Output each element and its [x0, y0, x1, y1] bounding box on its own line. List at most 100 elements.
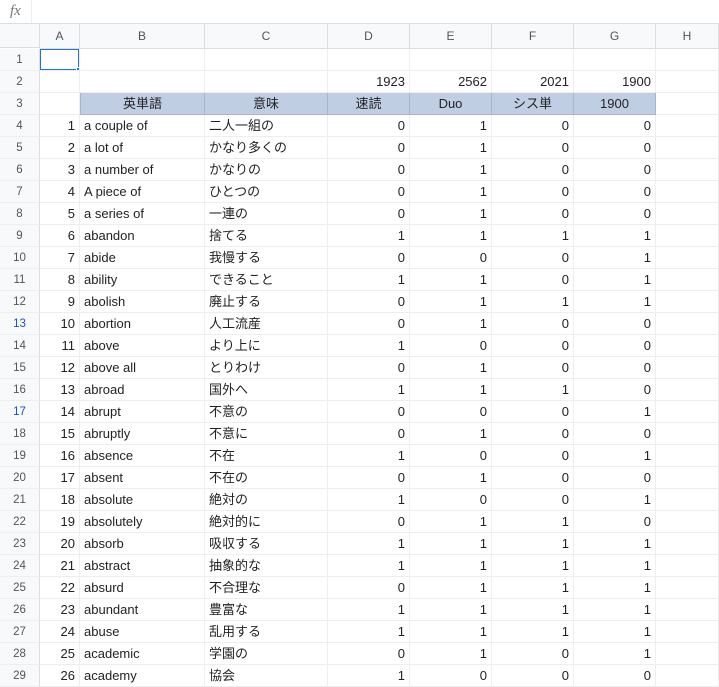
row-index[interactable]: 7 [40, 247, 80, 269]
val-sokudoku[interactable]: 0 [328, 357, 410, 379]
val-1900[interactable]: 0 [574, 511, 656, 533]
meaning-cell[interactable]: 吸収する [205, 533, 328, 555]
val-duo[interactable]: 1 [410, 181, 492, 203]
cell-H[interactable] [656, 555, 719, 577]
meaning-cell[interactable]: 人工流産 [205, 313, 328, 335]
val-sysutan[interactable]: 1 [492, 577, 574, 599]
row-header-27[interactable]: 27 [0, 621, 40, 643]
word-cell[interactable]: a lot of [80, 137, 205, 159]
row-index[interactable]: 9 [40, 291, 80, 313]
row-header-19[interactable]: 19 [0, 445, 40, 467]
cell-H[interactable] [656, 379, 719, 401]
row-header-25[interactable]: 25 [0, 577, 40, 599]
row-header-9[interactable]: 9 [0, 225, 40, 247]
val-sysutan[interactable]: 1 [492, 291, 574, 313]
val-1900[interactable]: 0 [574, 115, 656, 137]
val-duo[interactable]: 1 [410, 599, 492, 621]
val-1900[interactable]: 0 [574, 467, 656, 489]
val-duo[interactable]: 1 [410, 643, 492, 665]
header-word[interactable]: 英単語 [80, 93, 205, 115]
val-sysutan[interactable]: 1 [492, 599, 574, 621]
row-index[interactable]: 22 [40, 577, 80, 599]
cell-H1[interactable] [656, 49, 719, 71]
val-1900[interactable]: 0 [574, 335, 656, 357]
word-cell[interactable]: absolute [80, 489, 205, 511]
val-sysutan[interactable]: 0 [492, 665, 574, 687]
cell-H[interactable] [656, 225, 719, 247]
val-sysutan[interactable]: 0 [492, 269, 574, 291]
meaning-cell[interactable]: とりわけ [205, 357, 328, 379]
val-1900[interactable]: 1 [574, 489, 656, 511]
row-header-18[interactable]: 18 [0, 423, 40, 445]
val-sokudoku[interactable]: 1 [328, 445, 410, 467]
total-sysutan[interactable]: 2021 [492, 71, 574, 93]
cell-H[interactable] [656, 445, 719, 467]
val-sokudoku[interactable]: 1 [328, 225, 410, 247]
val-sokudoku[interactable]: 1 [328, 665, 410, 687]
val-duo[interactable]: 1 [410, 577, 492, 599]
word-cell[interactable]: absence [80, 445, 205, 467]
header-sokudoku[interactable]: 速読 [328, 93, 410, 115]
val-sysutan[interactable]: 0 [492, 401, 574, 423]
val-1900[interactable]: 0 [574, 423, 656, 445]
word-cell[interactable]: abruptly [80, 423, 205, 445]
column-header-D[interactable]: D [328, 24, 410, 49]
cell-H[interactable] [656, 401, 719, 423]
val-sysutan[interactable]: 0 [492, 247, 574, 269]
val-1900[interactable]: 1 [574, 247, 656, 269]
row-index[interactable]: 5 [40, 203, 80, 225]
val-duo[interactable]: 1 [410, 115, 492, 137]
meaning-cell[interactable]: 絶対的に [205, 511, 328, 533]
word-cell[interactable]: abundant [80, 599, 205, 621]
val-1900[interactable]: 1 [574, 533, 656, 555]
val-duo[interactable]: 0 [410, 335, 492, 357]
val-sysutan[interactable]: 1 [492, 379, 574, 401]
val-1900[interactable]: 1 [574, 621, 656, 643]
val-sysutan[interactable]: 1 [492, 555, 574, 577]
cell-H[interactable] [656, 599, 719, 621]
meaning-cell[interactable]: 協会 [205, 665, 328, 687]
val-sokudoku[interactable]: 0 [328, 467, 410, 489]
val-duo[interactable]: 1 [410, 467, 492, 489]
row-header-12[interactable]: 12 [0, 291, 40, 313]
cell-H[interactable] [656, 115, 719, 137]
cell-D1[interactable] [328, 49, 410, 71]
row-index[interactable]: 24 [40, 621, 80, 643]
row-header-14[interactable]: 14 [0, 335, 40, 357]
word-cell[interactable]: absurd [80, 577, 205, 599]
meaning-cell[interactable]: 絶対の [205, 489, 328, 511]
meaning-cell[interactable]: 不在の [205, 467, 328, 489]
val-1900[interactable]: 0 [574, 357, 656, 379]
cell-H[interactable] [656, 137, 719, 159]
row-header-24[interactable]: 24 [0, 555, 40, 577]
val-sokudoku[interactable]: 0 [328, 291, 410, 313]
cell-C2[interactable] [205, 71, 328, 93]
row-header-16[interactable]: 16 [0, 379, 40, 401]
total-sokudoku[interactable]: 1923 [328, 71, 410, 93]
val-1900[interactable]: 1 [574, 445, 656, 467]
val-duo[interactable]: 1 [410, 511, 492, 533]
cell-A1[interactable] [40, 49, 80, 71]
word-cell[interactable]: abuse [80, 621, 205, 643]
row-index[interactable]: 3 [40, 159, 80, 181]
val-sysutan[interactable]: 0 [492, 115, 574, 137]
cell-H[interactable] [656, 357, 719, 379]
row-header-3[interactable]: 3 [0, 93, 40, 115]
cell-A3[interactable] [40, 93, 80, 115]
row-index[interactable]: 6 [40, 225, 80, 247]
word-cell[interactable]: above all [80, 357, 205, 379]
row-header-28[interactable]: 28 [0, 643, 40, 665]
val-sokudoku[interactable]: 0 [328, 115, 410, 137]
row-index[interactable]: 17 [40, 467, 80, 489]
word-cell[interactable]: abortion [80, 313, 205, 335]
row-header-2[interactable]: 2 [0, 71, 40, 93]
val-1900[interactable]: 0 [574, 379, 656, 401]
val-sokudoku[interactable]: 0 [328, 313, 410, 335]
row-index[interactable]: 19 [40, 511, 80, 533]
val-1900[interactable]: 0 [574, 137, 656, 159]
val-sysutan[interactable]: 0 [492, 357, 574, 379]
cell-H[interactable] [656, 665, 719, 687]
val-duo[interactable]: 1 [410, 379, 492, 401]
column-header-A[interactable]: A [40, 24, 80, 49]
val-sokudoku[interactable]: 0 [328, 159, 410, 181]
